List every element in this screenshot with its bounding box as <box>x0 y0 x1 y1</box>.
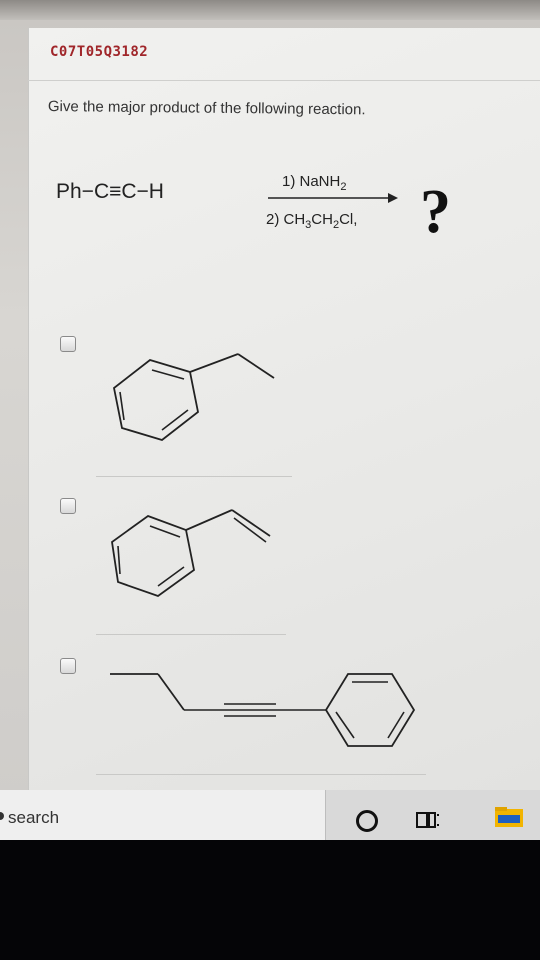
option-a-checkbox[interactable] <box>60 336 76 352</box>
monitor-bezel <box>0 840 540 960</box>
option-c-structure <box>110 673 416 747</box>
taskbar-search-box[interactable]: search <box>0 790 326 840</box>
option-c-checkbox[interactable] <box>60 658 76 674</box>
reaction-arrow <box>268 193 398 203</box>
question-id: C07T05Q3182 <box>50 44 149 60</box>
option-b-divider <box>96 634 286 635</box>
monitor-screen: C07T05Q3182 Give the major product of th… <box>0 0 540 800</box>
browser-top-strip <box>0 0 540 20</box>
option-b-structure <box>111 509 271 598</box>
reagent-step-1: 1) NaNH2 <box>282 173 346 193</box>
search-icon <box>0 812 4 820</box>
option-b-checkbox[interactable] <box>60 498 76 514</box>
option-c-divider <box>96 774 426 775</box>
task-view-icon[interactable] <box>416 810 440 830</box>
header-divider <box>28 80 540 81</box>
windows-taskbar: search <box>0 790 540 840</box>
cortana-icon[interactable] <box>356 810 378 832</box>
reagent-step-2: 2) CH3CH2Cl, <box>266 211 357 231</box>
question-prompt: Give the major product of the following … <box>47 98 366 119</box>
reaction-scheme: Ph−C≡C−H 1) NaNH2 2) CH3CH2Cl, ? <box>56 173 451 246</box>
product-question-mark: ? <box>420 178 451 246</box>
file-explorer-icon[interactable] <box>494 806 524 828</box>
search-placeholder: search <box>8 808 60 827</box>
option-a-structure <box>113 353 275 441</box>
reactant-formula: Ph−C≡C−H <box>56 180 164 203</box>
option-a-divider <box>96 476 292 477</box>
